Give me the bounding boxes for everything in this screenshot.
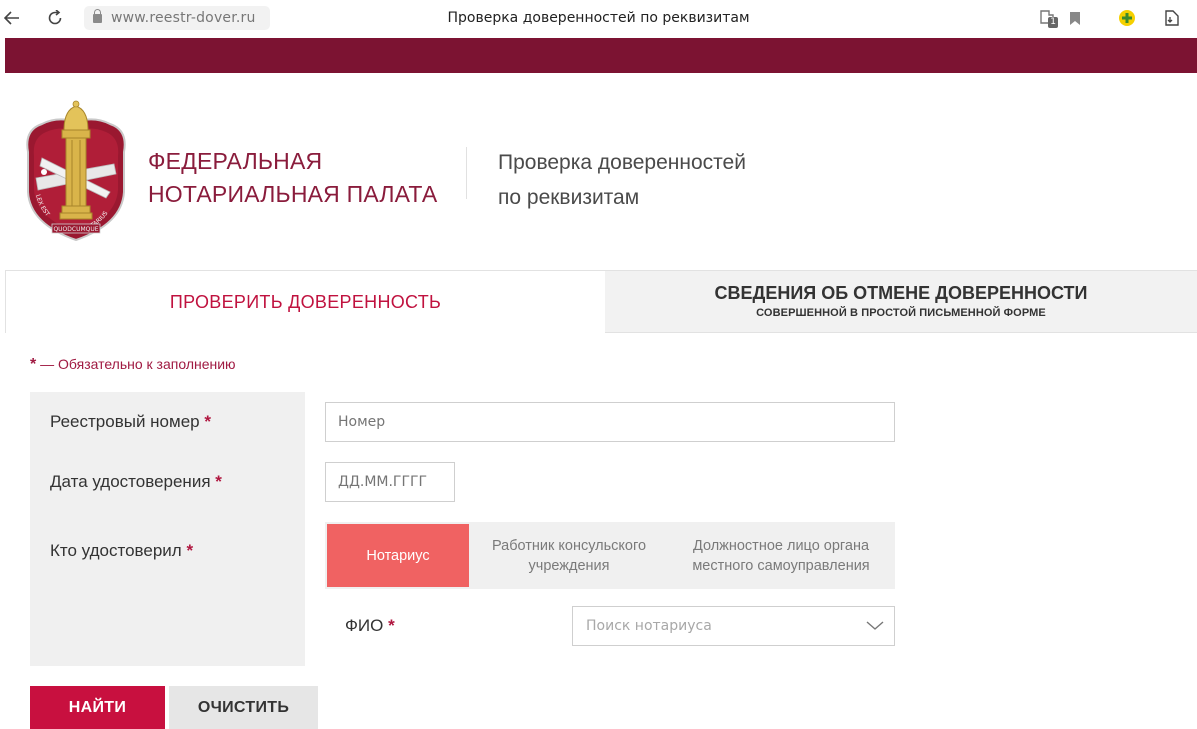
url-text: www.reestr-dover.ru [111, 10, 256, 26]
emblem-motto-bottom: QUODCUMQUE [53, 226, 98, 233]
browser-toolbar: www.reestr-dover.ru Проверка доверенност… [0, 0, 1197, 38]
yandex-extension-icon[interactable] [1115, 6, 1139, 30]
site-top-band [5, 38, 1197, 73]
clear-button[interactable]: ОЧИСТИТЬ [169, 686, 318, 729]
page-title-line2: по реквизитам [498, 186, 640, 209]
required-star: * [388, 616, 395, 635]
header-divider [466, 147, 467, 199]
notary-search-select[interactable]: Поиск нотариуса [572, 606, 895, 646]
segment-local-government-official[interactable]: Должностное лицо органа местного самоупр… [669, 524, 893, 587]
tab-revocation-info[interactable]: СВЕДЕНИЯ ОБ ОТМЕНЕ ДОВЕРЕННОСТИ СОВЕРШЕН… [605, 270, 1197, 333]
find-button[interactable]: НАЙТИ [30, 686, 165, 729]
certified-by-label: Кто удостоверил * [50, 541, 194, 560]
org-name[interactable]: ФЕДЕРАЛЬНАЯ НОТАРИАЛЬНАЯ ПАЛАТА [148, 145, 437, 211]
back-arrow-icon[interactable] [0, 6, 24, 30]
address-bar[interactable]: www.reestr-dover.ru [84, 6, 270, 30]
org-name-line1: ФЕДЕРАЛЬНАЯ [148, 148, 323, 174]
extension-counter-badge: 1 [1048, 17, 1058, 28]
notary-search-placeholder: Поиск нотариуса [586, 618, 712, 634]
org-name-line2: НОТАРИАЛЬНАЯ ПАЛАТА [148, 181, 438, 207]
registry-number-label: Реестровый номер * [50, 412, 211, 431]
bookmark-icon[interactable] [1063, 6, 1087, 30]
certification-date-input[interactable] [325, 462, 455, 502]
page-title-line1: Проверка доверенностей [498, 151, 746, 174]
required-star: * [215, 472, 222, 491]
segment-notary[interactable]: Нотариус [327, 524, 469, 587]
extension-icon[interactable]: 1 [1036, 6, 1060, 30]
required-fields-note: * — Обязательно к заполнению [30, 356, 236, 374]
tab-revocation-label: СВЕДЕНИЯ ОБ ОТМЕНЕ ДОВЕРЕННОСТИ [714, 283, 1088, 303]
tab-check-label: ПРОВЕРИТЬ ДОВЕРЕННОСТЬ [169, 292, 442, 312]
segment-consular-officer[interactable]: Работник консульского учреждения [469, 524, 669, 587]
tab-check-power-of-attorney[interactable]: ПРОВЕРИТЬ ДОВЕРЕННОСТЬ [5, 270, 605, 333]
tab-revocation-sublabel: СОВЕРШЕННОЙ В ПРОСТОЙ ПИСЬМЕННОЙ ФОРМЕ [756, 307, 1046, 319]
downloads-icon[interactable] [1160, 6, 1184, 30]
certification-date-label: Дата удостоверения * [50, 472, 222, 491]
fio-label: ФИО * [345, 616, 395, 635]
form-labels-panel [30, 392, 305, 666]
page-title: Проверка доверенностей по реквизитам [498, 145, 746, 215]
required-star: * [204, 412, 211, 431]
required-star: * [186, 541, 194, 560]
required-note-text: — Обязательно к заполнению [36, 356, 236, 372]
lock-icon [93, 8, 102, 23]
certified-by-segmented-control: Нотариус Работник консульского учреждени… [325, 522, 895, 589]
reload-icon[interactable] [43, 6, 67, 30]
registry-number-input[interactable] [325, 402, 895, 442]
chevron-down-icon [866, 621, 884, 630]
emblem-logo[interactable]: LEX EST NOTARIUS QUODCUMQUE [22, 100, 130, 242]
